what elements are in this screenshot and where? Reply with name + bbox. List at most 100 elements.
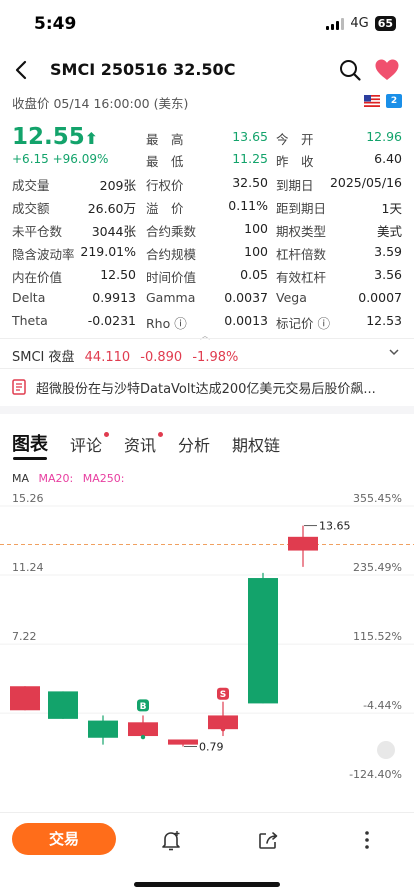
candle-body — [288, 536, 318, 551]
search-icon[interactable] — [338, 58, 362, 82]
nav-bar: SMCI 250516 32.50C — [0, 52, 414, 90]
extreme-value-label: 13.65 — [319, 520, 351, 533]
unread-dot — [158, 432, 163, 437]
candle-body — [248, 578, 278, 704]
news-icon — [12, 379, 26, 395]
stat-label: 溢 价 — [146, 201, 184, 216]
y-axis-left-tick: 15.26 — [12, 492, 44, 505]
chevron-down-icon[interactable] — [388, 346, 400, 358]
back-arrow-icon[interactable] — [10, 58, 34, 82]
stat-value: 3.56 — [374, 267, 402, 282]
night-session-label: SMCI 夜盘 — [12, 350, 75, 365]
unread-dot — [104, 432, 109, 437]
stat-value: 0.0007 — [358, 290, 402, 305]
stat-label: 成交量 — [12, 178, 50, 193]
trade-button[interactable]: 交易 — [12, 823, 116, 855]
y-axis-right-tick: 235.49% — [353, 561, 402, 574]
stat-label: 标记价 ⓘ — [276, 316, 330, 331]
stat-label: 未平仓数 — [12, 224, 63, 239]
stat-label: 时间价值 — [146, 270, 197, 285]
collapse-icon[interactable]: ︿ — [200, 327, 210, 342]
candle-body — [168, 739, 198, 745]
stat-label: 今 开 — [276, 132, 314, 147]
stat-value: 11.25 — [232, 151, 268, 166]
candle-body — [128, 722, 158, 737]
trade-marker-text: B — [140, 702, 147, 712]
active-tab-indicator — [13, 457, 47, 460]
tab-news[interactable]: 资讯 — [124, 432, 156, 456]
stat-value: 100 — [244, 221, 268, 236]
price-change: +6.15 +96.09% — [12, 152, 109, 166]
stat-value: 0.0013 — [224, 313, 268, 328]
favorite-heart-icon[interactable] — [374, 58, 400, 82]
stat-value: 0.05 — [240, 267, 268, 282]
scroll-latest-icon — [377, 741, 395, 759]
section-separator — [0, 406, 414, 414]
bottom-bar: 交易 — [0, 812, 414, 872]
candle-body — [10, 686, 40, 711]
trade-marker-dot — [220, 726, 226, 732]
stat-label: Gamma — [146, 290, 196, 305]
y-axis-right-tick: -4.44% — [363, 699, 402, 712]
stat-value: 32.50 — [232, 175, 268, 190]
stat-label: 合约规模 — [146, 247, 197, 262]
night-session-percent: -1.98% — [192, 350, 239, 365]
stat-value: -0.0231 — [87, 313, 136, 328]
stat-label: 合约乘数 — [146, 224, 197, 239]
stat-label: 隐含波动率 — [12, 247, 75, 262]
stat-value: 209张 — [99, 178, 136, 193]
stat-value: 12.53 — [366, 313, 402, 328]
extreme-value-label: 0.79 — [199, 741, 224, 754]
stat-value: 13.65 — [232, 129, 268, 144]
up-arrow-icon: ⬆ — [84, 129, 99, 148]
tab-option-chain[interactable]: 期权链 — [232, 432, 280, 456]
status-icons: 4G 65 — [326, 16, 396, 31]
stat-value: 0.11% — [228, 198, 268, 213]
stat-label: 有效杠杆 — [276, 270, 327, 285]
share-icon[interactable] — [257, 829, 279, 851]
add-alert-icon[interactable] — [160, 829, 182, 851]
y-axis-right-tick: -124.40% — [349, 768, 402, 781]
signal-icon — [326, 17, 345, 30]
divider — [0, 368, 414, 369]
y-axis-left-tick: 7.22 — [12, 630, 37, 643]
us-flag-icon — [364, 95, 380, 107]
tab-chart[interactable]: 图表 — [12, 430, 48, 456]
stat-value: 26.60万 — [87, 201, 136, 216]
stat-value: 3.59 — [374, 244, 402, 259]
more-options-icon[interactable] — [356, 829, 378, 851]
news-headline[interactable]: 超微股份在与沙特DataVolt达成200亿美元交易后股价飙... — [36, 378, 396, 397]
stat-label: 成交额 — [12, 201, 50, 216]
candlestick-chart[interactable]: 15.2611.247.223.20355.45%235.49%115.52%-… — [0, 484, 414, 804]
stat-value: 1天 — [381, 201, 402, 216]
stat-value: 219.01% — [80, 244, 136, 259]
stat-value: 0.0037 — [224, 290, 268, 305]
candle-body — [88, 720, 118, 738]
stat-label: 内在价值 — [12, 270, 63, 285]
status-bar: 5:49 4G 65 — [0, 0, 414, 48]
quote-price: 12.55⬆ — [12, 124, 98, 150]
stat-value: 0.9913 — [92, 290, 136, 305]
tab-comments[interactable]: 评论 — [70, 432, 102, 456]
stat-label: 杠杆倍数 — [276, 247, 327, 262]
option-level-badge: 2 — [386, 94, 402, 108]
stat-label: 最 低 — [146, 154, 184, 169]
battery-icon: 65 — [374, 16, 396, 31]
home-indicator — [134, 882, 280, 887]
trade-marker-text: S — [220, 690, 226, 700]
night-session-row[interactable]: SMCI 夜盘 44.110 -0.890 -1.98% — [12, 346, 238, 365]
stat-label: Delta — [12, 290, 46, 305]
stat-label: 最 高 — [146, 132, 184, 147]
y-axis-right-tick: 355.45% — [353, 492, 402, 505]
stat-value: 6.40 — [374, 151, 402, 166]
closing-time-label: 收盘价 05/14 16:00:00 (美东) — [12, 96, 189, 111]
candle-body — [48, 691, 78, 719]
stat-label: 昨 收 — [276, 154, 314, 169]
tab-analysis[interactable]: 分析 — [178, 432, 210, 456]
trade-marker-dot — [140, 734, 146, 740]
status-time: 5:49 — [34, 14, 77, 34]
stat-label: 到期日 — [276, 178, 314, 193]
stat-label: 距到期日 — [276, 201, 327, 216]
stat-value: 美式 — [376, 224, 402, 239]
y-axis-right-tick: 115.52% — [353, 630, 402, 643]
